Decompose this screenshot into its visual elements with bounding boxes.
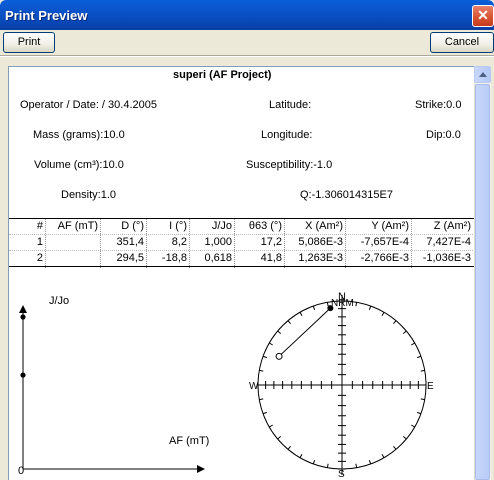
rim-tick xyxy=(417,355,422,359)
rim-tick xyxy=(393,445,397,450)
rim-tick xyxy=(312,305,316,310)
rim-tick xyxy=(368,305,372,310)
scroll-up-arrow-icon[interactable] xyxy=(474,66,491,83)
rim-tick xyxy=(299,312,303,316)
print-button[interactable]: Print xyxy=(3,32,55,53)
rim-tick xyxy=(417,411,422,415)
scrollbar-thumb[interactable] xyxy=(475,84,490,480)
rim-tick xyxy=(262,411,267,415)
south-label: S xyxy=(338,469,345,480)
title-bar[interactable]: Print Preview ✕ xyxy=(0,0,494,30)
rim-tick xyxy=(402,436,407,440)
rim-tick xyxy=(355,463,358,468)
rim-tick xyxy=(381,454,385,458)
rim-tick xyxy=(402,330,407,334)
rim-tick xyxy=(299,454,303,458)
window-title: Print Preview xyxy=(5,8,88,23)
close-button[interactable]: ✕ xyxy=(472,5,494,27)
nrm-label: NRM xyxy=(331,298,354,309)
rim-tick xyxy=(381,312,385,316)
data-point-upper xyxy=(275,352,283,360)
rim-tick xyxy=(420,398,425,401)
rim-tick xyxy=(420,369,425,372)
rim-tick xyxy=(411,424,415,428)
rim-tick xyxy=(312,460,316,465)
rim-tick xyxy=(277,436,282,440)
rim-tick xyxy=(326,302,329,307)
rim-tick xyxy=(262,355,267,359)
rim-tick xyxy=(411,342,415,346)
close-icon: ✕ xyxy=(477,7,489,23)
rim-tick xyxy=(368,460,372,465)
toolbar-separator xyxy=(0,55,494,57)
cancel-button[interactable]: Cancel xyxy=(430,32,494,53)
west-label: W xyxy=(249,381,259,392)
rim-tick xyxy=(259,398,264,401)
preview-page[interactable]: superi (AF Project) Operator / Date: / 3… xyxy=(8,66,474,480)
rim-tick xyxy=(287,320,291,325)
rim-tick xyxy=(393,320,397,325)
demag-path-line xyxy=(278,307,331,357)
rim-tick xyxy=(259,369,264,372)
rim-tick xyxy=(269,342,273,346)
rim-tick xyxy=(277,330,282,334)
east-label: E xyxy=(427,381,434,392)
rim-tick xyxy=(326,463,329,468)
rim-tick xyxy=(269,424,273,428)
equal-area-stereonet xyxy=(257,295,427,475)
toolbar: Print Cancel xyxy=(0,30,494,56)
rim-tick xyxy=(287,445,291,450)
rim-tick xyxy=(355,302,358,307)
